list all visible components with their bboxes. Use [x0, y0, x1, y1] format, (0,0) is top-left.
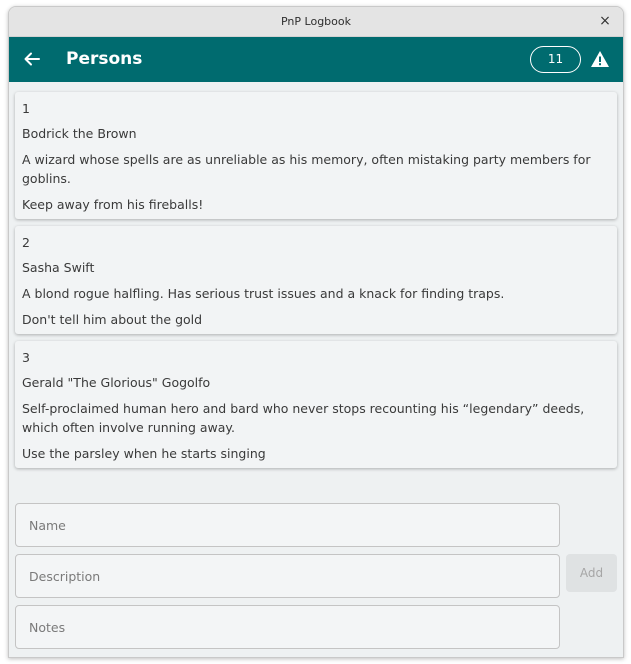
- person-card[interactable]: 1 Bodrick the Brown A wizard whose spell…: [15, 92, 617, 219]
- name-input[interactable]: Name: [15, 503, 560, 547]
- person-name: Gerald "The Glorious" Gogolfo: [22, 375, 211, 390]
- warning-icon[interactable]: [590, 49, 610, 69]
- close-icon[interactable]: ×: [597, 12, 613, 30]
- add-button[interactable]: Add: [566, 554, 617, 592]
- person-id: 1: [22, 101, 30, 116]
- person-notes: Don't tell him about the gold: [22, 312, 203, 327]
- name-placeholder: Name: [29, 518, 66, 533]
- app-bar: Persons 11: [9, 37, 623, 82]
- person-count-badge[interactable]: 11: [530, 46, 581, 73]
- person-notes: Keep away from his fireballs!: [22, 197, 204, 212]
- window-title: PnP Logbook: [280, 15, 351, 28]
- person-id: 2: [22, 235, 30, 250]
- person-name: Sasha Swift: [22, 260, 95, 275]
- person-notes: Use the parsley when he starts singing: [22, 446, 266, 461]
- window-titlebar: PnP Logbook ×: [9, 7, 623, 37]
- notes-input[interactable]: Notes: [15, 605, 560, 649]
- back-arrow-icon[interactable]: [21, 48, 43, 70]
- person-name: Bodrick the Brown: [22, 126, 137, 141]
- person-card[interactable]: 2 Sasha Swift A blond rogue halfling. Ha…: [15, 226, 617, 334]
- page-title: Persons: [66, 49, 143, 69]
- notes-placeholder: Notes: [29, 620, 66, 635]
- description-placeholder: Description: [29, 569, 101, 584]
- person-description: A wizard whose spells are as unreliable …: [22, 152, 591, 186]
- app-window: PnP Logbook × Persons 11 1 Bodrick the B…: [8, 6, 624, 658]
- person-id: 3: [22, 350, 30, 365]
- person-card[interactable]: 3 Gerald "The Glorious" Gogolfo Self-pro…: [15, 341, 617, 468]
- description-input[interactable]: Description: [15, 554, 560, 598]
- person-description: A blond rogue halfling. Has serious trus…: [22, 286, 505, 301]
- person-description: Self-proclaimed human hero and bard who …: [22, 401, 585, 435]
